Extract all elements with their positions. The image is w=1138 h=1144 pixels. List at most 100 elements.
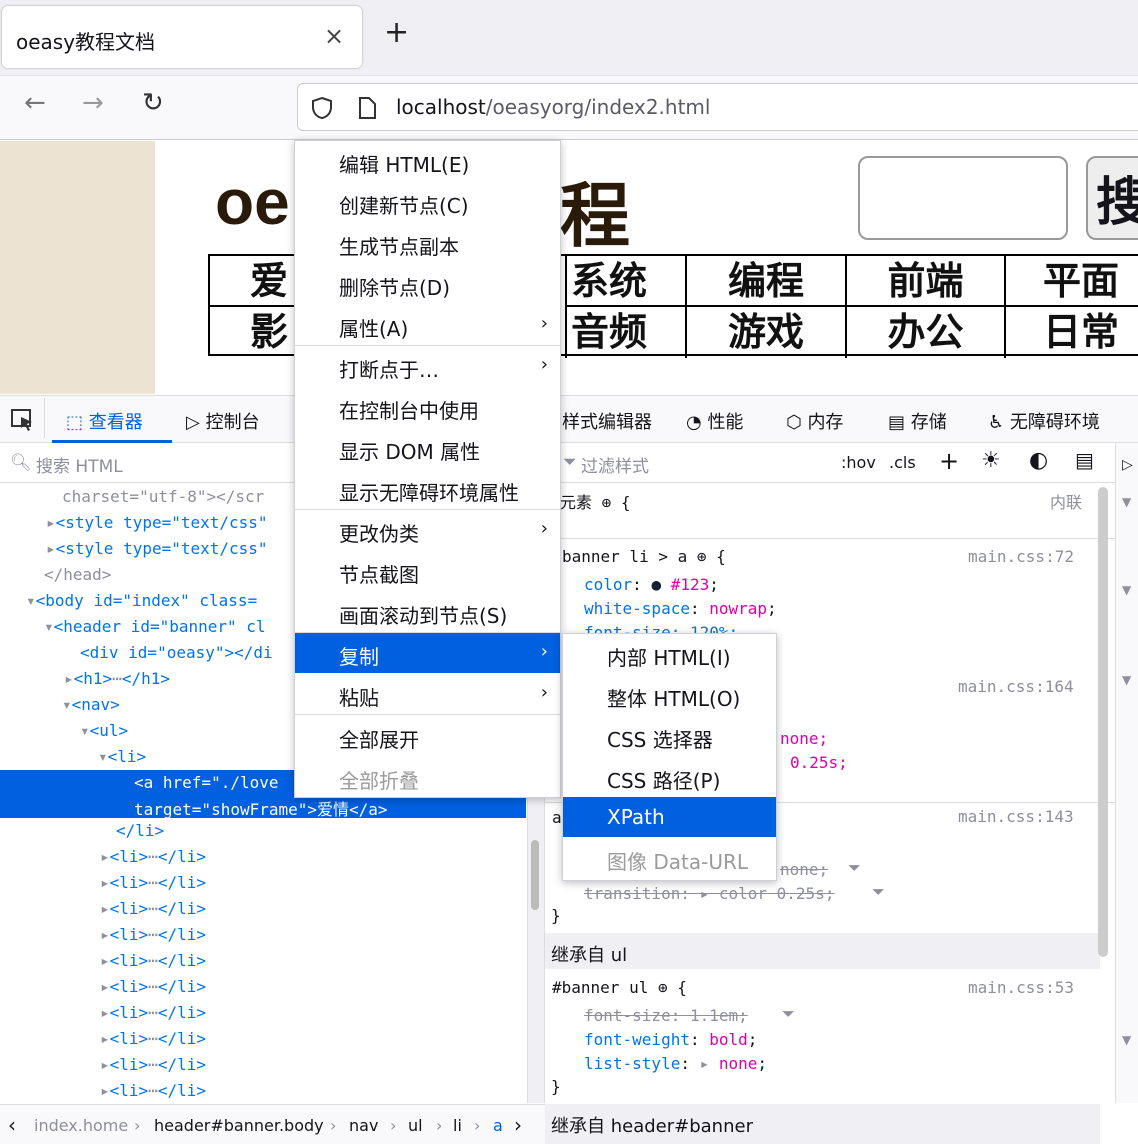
tree-node[interactable]: ▾<body id="index" class= [26,591,257,610]
rule-source[interactable]: main.css:143 [958,807,1074,826]
tree-node[interactable]: ▸<li>⋯</li> [100,1055,206,1081]
breadcrumb-item[interactable]: header#banner.body [154,1116,324,1135]
tree-node[interactable]: ▸<li>⋯</li> [100,899,206,925]
menu-item-copy-xpath[interactable]: XPath [563,797,776,837]
filter-styles-input[interactable]: 过滤样式 [581,452,649,477]
dark-theme-icon[interactable]: ◐ [1029,448,1048,473]
tree-node[interactable]: <div id="oeasy"></di [80,643,273,662]
forward-icon[interactable]: → [82,88,104,118]
menu-item-expand-all[interactable]: 全部展开 [295,716,560,756]
menu-item-show-a11y-properties[interactable]: 显示无障碍环境属性 [295,469,560,509]
tab-performance[interactable]: ◔ 性能 [686,408,743,434]
site-search-input[interactable] [858,156,1068,240]
nav-cell[interactable]: 平面 [1006,256,1138,307]
tab-storage[interactable]: ▤ 存储 [888,408,947,434]
menu-item-copy[interactable]: 复制 › [295,633,560,673]
menu-item-break-on[interactable]: 打断点于… › [295,346,560,386]
url-text[interactable]: localhost/oeasyorg/index2.html [396,95,710,119]
tree-node-selected[interactable]: target="showFrame">爱情</a> [134,796,388,820]
nav-cell[interactable]: 编程 [687,256,847,307]
overridden-declaration[interactable]: transition: ▸ color 0.25s; [584,884,834,903]
nav-cell[interactable]: 前端 [847,256,1006,307]
site-search-button[interactable]: 搜 [1086,156,1138,240]
filter-icon[interactable]: ⏷ [872,882,885,902]
overridden-declaration[interactable]: none; [780,860,828,879]
tree-node[interactable]: ▸<h1>⋯</h1> [64,669,170,688]
chevron-left-icon[interactable]: ‹ [8,1113,16,1137]
menu-item-duplicate-node[interactable]: 生成节点副本 [295,223,560,263]
nav-cell[interactable]: 音频 [565,307,687,358]
menu-item-attributes[interactable]: 属性(A) › [295,305,560,345]
chevron-down-icon[interactable]: ▼ [1122,673,1131,687]
declaration-value[interactable]: none; [780,729,828,748]
nav-cell[interactable]: 系统 [565,256,687,307]
print-media-icon[interactable]: ▤ [1075,448,1094,472]
tree-node-selected[interactable]: <a href="./love [134,773,279,792]
menu-item-copy-outer-html[interactable]: 整体 HTML(O) [563,675,776,715]
tree-node[interactable]: ▸<li>⋯</li> [100,1029,206,1055]
browser-tab[interactable]: oeasy教程文档 × [2,6,362,68]
chevron-right-icon[interactable]: › [514,1113,522,1137]
rule-source[interactable]: main.css:53 [968,978,1074,997]
tree-node[interactable]: ▾<header id="banner" cl [44,617,266,636]
tab-accessibility[interactable]: ♿ 无障碍环境 [988,408,1100,434]
tree-node[interactable]: ▸<li>⋯</li> [100,951,206,977]
tree-node[interactable]: ▸<li>⋯</li> [100,847,206,873]
breadcrumb-item-current[interactable]: a [493,1116,503,1135]
menu-item-paste[interactable]: 粘贴 › [295,674,560,714]
chevron-down-icon[interactable]: ▼ [1122,495,1131,509]
menu-item-delete-node[interactable]: 删除节点(D) [295,264,560,304]
tree-node[interactable]: ▸<li>⋯</li> [100,873,206,899]
filter-icon[interactable]: ⏷ [782,1004,795,1024]
breadcrumb-item[interactable]: ul [408,1116,423,1135]
menu-item-show-dom-properties[interactable]: 显示 DOM 属性 [295,428,560,468]
tree-node[interactable]: ▾<ul> [80,721,128,740]
cls-toggle[interactable]: .cls [889,453,916,472]
nav-cell[interactable]: 游戏 [687,307,847,358]
declaration[interactable]: list-style: ▸ none; [584,1054,767,1073]
chevron-down-icon[interactable]: ▼ [1122,583,1131,597]
html-search-input[interactable]: 搜索 HTML [36,452,123,477]
menu-item-change-pseudo-class[interactable]: 更改伪类 › [295,510,560,550]
shield-icon[interactable] [310,96,334,120]
declaration[interactable]: font-weight: bold; [584,1030,757,1049]
hov-toggle[interactable]: :hov [841,453,876,472]
light-theme-icon[interactable]: ☀ [981,448,1001,473]
side-panel-toggle-icon[interactable]: ▷ [1122,457,1133,473]
declaration[interactable]: color: ● #123; [584,575,719,594]
nav-cell[interactable]: 日常 [1006,307,1138,358]
tab-style-editor[interactable]: 样式编辑器 [562,408,652,434]
menu-item-scroll-into-view[interactable]: 画面滚动到节点(S) [295,592,560,632]
tab-inspector[interactable]: ⬚ 查看器 [66,408,143,434]
overridden-declaration[interactable]: font-size: 1.1em; [584,1006,748,1025]
url-bar[interactable]: localhost/oeasyorg/index2.html [297,83,1138,131]
tree-node[interactable]: ▸<style type="text/css" [46,513,268,532]
tree-node[interactable]: ▸<style type="text/css" [46,539,268,558]
pick-element-icon[interactable] [10,408,36,432]
close-tab-icon[interactable]: × [324,22,344,50]
rules-scrollbar[interactable] [1098,487,1108,957]
tab-memory[interactable]: ⬡ 内存 [786,408,843,434]
nav-cell[interactable]: 办公 [847,307,1006,358]
chevron-down-icon[interactable]: ▼ [1122,1033,1131,1047]
breadcrumb-item[interactable]: index.home [34,1116,128,1135]
add-rule-icon[interactable]: + [939,447,959,475]
menu-item-screenshot-node[interactable]: 节点截图 [295,551,560,591]
tree-node[interactable]: ▸<li>⋯</li> [100,977,206,1003]
markup-scrollbar[interactable] [531,840,539,910]
tree-node[interactable]: </li> [116,821,164,840]
menu-item-copy-inner-html[interactable]: 内部 HTML(I) [563,634,776,674]
reload-icon[interactable]: ↻ [142,88,164,118]
rule-source[interactable]: 内联 [1050,489,1082,513]
tree-node[interactable]: ▸<li>⋯</li> [100,1003,206,1029]
menu-item-use-in-console[interactable]: 在控制台中使用 [295,387,560,427]
new-tab-icon[interactable]: + [384,18,409,48]
filter-icon[interactable]: ⏷ [848,858,861,878]
breadcrumb-item[interactable]: nav [349,1116,378,1135]
tree-node[interactable]: ▾<li> [98,747,146,766]
declaration-value[interactable]: 0.25s; [790,753,848,772]
breadcrumb-item[interactable]: li [453,1116,462,1135]
tree-node[interactable]: ▸<li>⋯</li> [100,925,206,951]
declaration[interactable]: white-space: nowrap; [584,599,777,618]
rule-source[interactable]: main.css:164 [958,677,1074,696]
